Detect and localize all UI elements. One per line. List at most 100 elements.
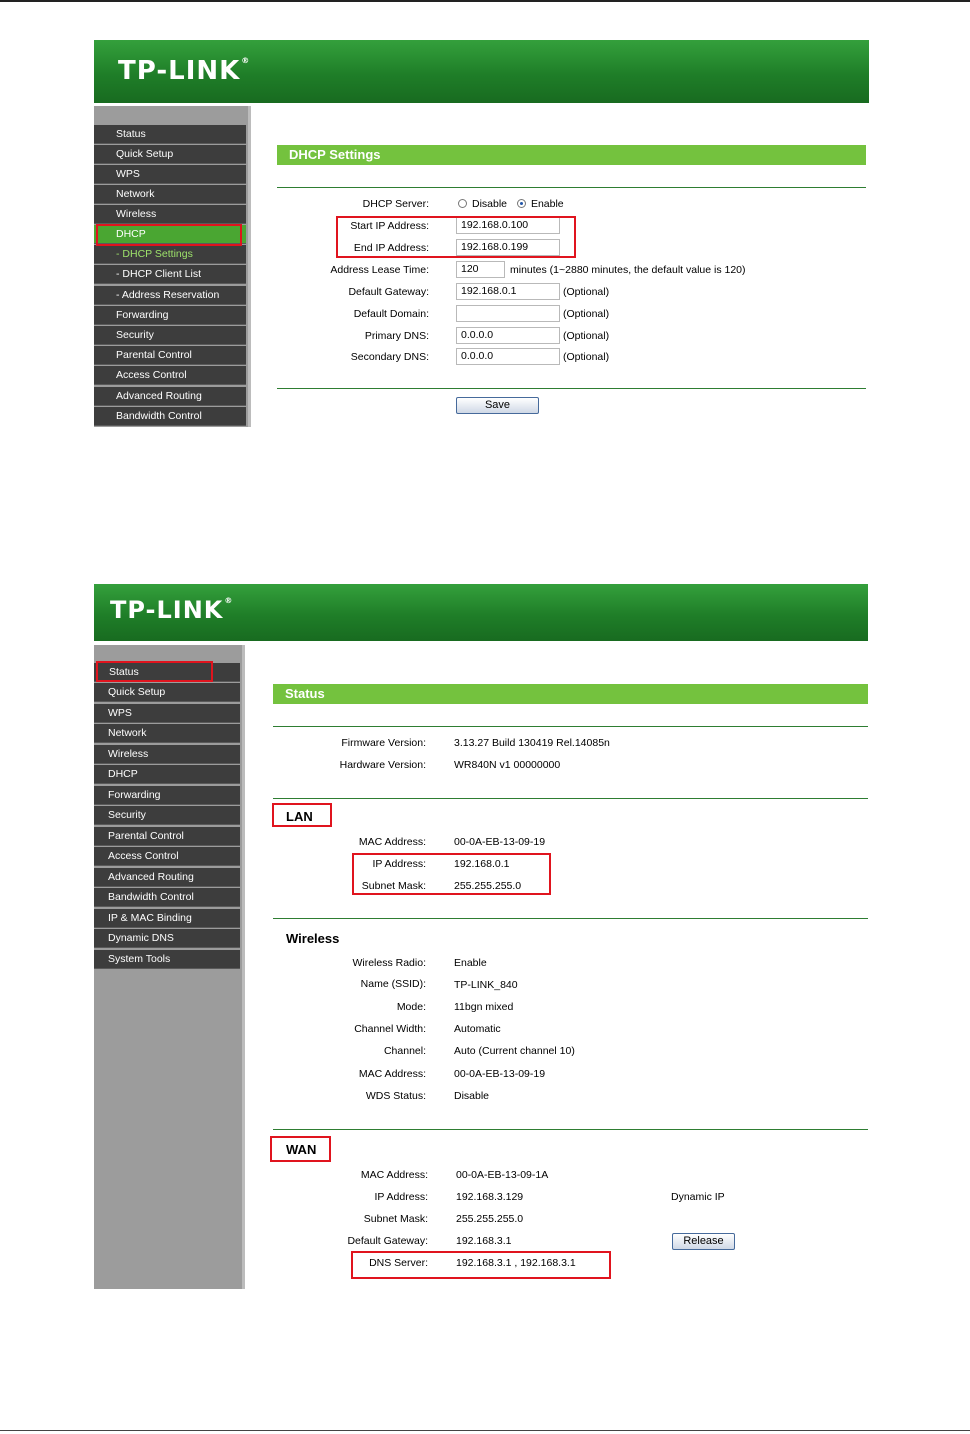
nav-forwarding[interactable]: Forwarding <box>94 306 246 325</box>
ssid-label: Name (SSID): <box>360 978 426 990</box>
ssid-value: TP-LINK_840 <box>454 979 518 991</box>
gateway-optional: (Optional) <box>563 286 610 298</box>
nav-address-reservation[interactable]: - Address Reservation <box>94 286 246 305</box>
wan-ip-label: IP Address: <box>374 1191 428 1203</box>
nav-forwarding[interactable]: Forwarding <box>94 786 240 805</box>
channel-width-label: Channel Width: <box>354 1023 426 1035</box>
divider-4 <box>273 1129 868 1130</box>
header-banner: TP-LINK® <box>94 40 869 103</box>
nav-network[interactable]: Network <box>94 185 246 204</box>
release-button[interactable]: Release <box>672 1233 735 1250</box>
highlight-lan-ip-mask <box>352 853 551 895</box>
wan-mac-label: MAC Address: <box>360 1169 428 1181</box>
highlight-wan-dns <box>351 1251 611 1279</box>
wds-status-value: Disable <box>454 1090 490 1102</box>
dhcp-server-radios: Disable Enable <box>458 198 564 210</box>
nav-advanced-routing[interactable]: Advanced Routing <box>94 868 240 887</box>
page-top-rule <box>0 0 970 2</box>
status-screenshot: TP-LINK® Status Quick Setup WPS Network … <box>94 584 868 1289</box>
wan-mask-label: Subnet Mask: <box>363 1213 428 1225</box>
disable-label: Disable <box>472 198 508 210</box>
dhcp-server-label: DHCP Server: <box>362 198 429 210</box>
enable-label: Enable <box>530 198 564 210</box>
nav-ip-mac-binding[interactable]: IP & MAC Binding <box>94 909 240 928</box>
wan-gateway-value: 192.168.3.1 <box>456 1235 512 1247</box>
nav-dhcp-client-list[interactable]: - DHCP Client List <box>94 265 246 284</box>
mode-value: 11bgn mixed <box>454 1001 514 1013</box>
sidebar-divider <box>248 106 251 427</box>
secondary-dns-input[interactable]: 0.0.0.0 <box>456 348 560 365</box>
disable-radio[interactable] <box>458 199 467 208</box>
primary-dns-optional: (Optional) <box>563 330 610 342</box>
lease-time-input[interactable]: 120 <box>456 261 505 278</box>
enable-radio[interactable] <box>516 199 526 208</box>
lan-mac-value: 00-0A-EB-13-09-19 <box>454 836 546 848</box>
wireless-radio-label: Wireless Radio: <box>352 957 426 969</box>
nav-access-control[interactable]: Access Control <box>94 366 246 385</box>
lease-time-label: Address Lease Time: <box>330 264 429 276</box>
highlight-dhcp-nav <box>96 224 242 246</box>
wireless-mac-label: MAC Address: <box>358 1068 426 1080</box>
divider-1 <box>273 726 868 727</box>
nav-parental-control[interactable]: Parental Control <box>94 346 246 365</box>
sidebar-divider <box>242 645 245 1289</box>
nav-dhcp-settings[interactable]: - DHCP Settings <box>94 245 246 264</box>
wan-mac-value: 00-0A-EB-13-09-1A <box>456 1169 549 1181</box>
nav-system-tools[interactable]: System Tools <box>94 950 240 969</box>
firmware-value: 3.13.27 Build 130419 Rel.14085n <box>454 737 610 749</box>
wireless-mac-value: 00-0A-EB-13-09-19 <box>454 1068 546 1080</box>
nav-network[interactable]: Network <box>94 724 240 743</box>
dhcp-settings-screenshot: TP-LINK® Status Quick Setup WPS Network … <box>94 40 869 427</box>
nav-dhcp[interactable]: DHCP <box>94 765 240 784</box>
firmware-label: Firmware Version: <box>341 737 426 749</box>
secondary-dns-optional: (Optional) <box>563 351 610 363</box>
nav-dynamic-dns[interactable]: Dynamic DNS <box>94 929 240 948</box>
highlight-status-nav <box>96 661 213 682</box>
mode-label: Mode: <box>396 1001 426 1013</box>
secondary-dns-label: Secondary DNS: <box>350 351 429 363</box>
highlight-wan-heading <box>270 1136 331 1162</box>
wireless-heading: Wireless <box>286 931 340 946</box>
nav-access-control[interactable]: Access Control <box>94 847 240 866</box>
default-domain-label: Default Domain: <box>353 308 429 320</box>
sidebar: Status Quick Setup WPS Network Wireless … <box>94 645 244 1289</box>
wan-mask-value: 255.255.255.0 <box>456 1213 524 1225</box>
channel-value: Auto (Current channel 10) <box>454 1045 575 1057</box>
wan-connection-type: Dynamic IP <box>671 1191 725 1203</box>
header-banner: TP-LINK® <box>94 584 868 641</box>
page-bottom-rule <box>0 1430 970 1431</box>
tp-link-logo: TP-LINK® <box>118 56 251 86</box>
nav-security[interactable]: Security <box>94 806 240 825</box>
nav-wireless[interactable]: Wireless <box>94 745 240 764</box>
hardware-label: Hardware Version: <box>339 759 426 771</box>
primary-dns-input[interactable]: 0.0.0.0 <box>456 327 560 344</box>
channel-label: Channel: <box>383 1045 426 1057</box>
nav-status[interactable]: Status <box>94 125 246 144</box>
default-gateway-label: Default Gateway: <box>348 286 429 298</box>
page-title: DHCP Settings <box>277 145 866 165</box>
nav-quick-setup[interactable]: Quick Setup <box>94 145 246 164</box>
wan-ip-value: 192.168.3.129 <box>456 1191 524 1203</box>
default-domain-input[interactable] <box>456 305 560 322</box>
nav-bandwidth-control[interactable]: Bandwidth Control <box>94 407 246 426</box>
divider-bottom <box>277 388 866 389</box>
nav-advanced-routing[interactable]: Advanced Routing <box>94 387 246 406</box>
divider-2 <box>273 798 868 799</box>
default-gateway-input[interactable]: 192.168.0.1 <box>456 283 560 300</box>
nav-security[interactable]: Security <box>94 326 246 345</box>
highlight-lan-heading <box>272 803 332 827</box>
nav-quick-setup[interactable]: Quick Setup <box>94 683 240 702</box>
nav-wireless[interactable]: Wireless <box>94 205 246 224</box>
nav-bandwidth-control[interactable]: Bandwidth Control <box>94 888 240 907</box>
nav-wps[interactable]: WPS <box>94 704 240 723</box>
page-title: Status <box>273 684 868 704</box>
nav-parental-control[interactable]: Parental Control <box>94 827 240 846</box>
save-button[interactable]: Save <box>456 397 539 414</box>
sidebar: Status Quick Setup WPS Network Wireless … <box>94 106 250 427</box>
hardware-value: WR840N v1 00000000 <box>454 759 561 771</box>
domain-optional: (Optional) <box>563 308 610 320</box>
wireless-radio-value: Enable <box>454 957 487 969</box>
divider-top <box>277 187 866 188</box>
nav-wps[interactable]: WPS <box>94 165 246 184</box>
wan-gateway-label: Default Gateway: <box>347 1235 428 1247</box>
